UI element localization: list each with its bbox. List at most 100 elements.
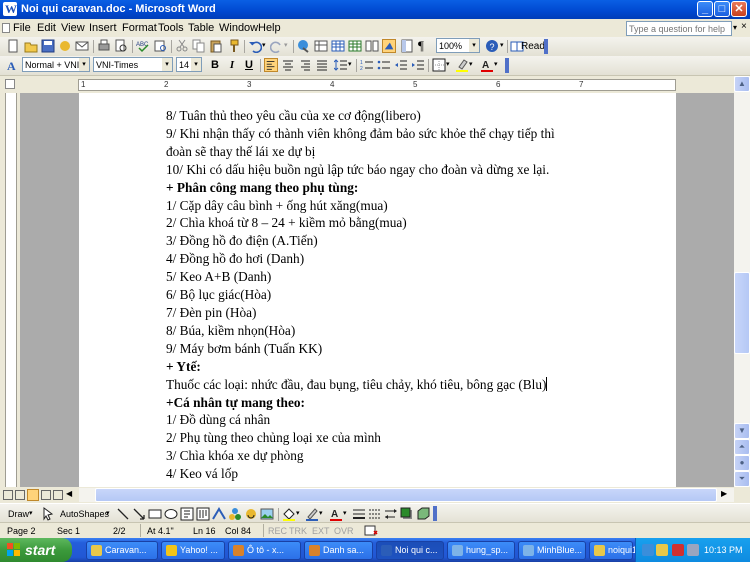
- highlight-icon[interactable]: [455, 58, 469, 72]
- vertical-ruler[interactable]: [0, 93, 20, 487]
- shadow-style-icon[interactable]: [400, 507, 414, 521]
- font-dropdown-icon[interactable]: ▾: [162, 58, 172, 71]
- drawing-icon[interactable]: [382, 39, 396, 53]
- outline-view-icon[interactable]: [41, 490, 51, 500]
- autoshapes-dropdown-icon[interactable]: ▾: [106, 509, 110, 517]
- line-spacing-dropdown-icon[interactable]: ▾: [348, 60, 352, 68]
- formatting-options-icon[interactable]: [505, 58, 509, 73]
- taskbar-button[interactable]: Noi qui c...: [376, 541, 444, 560]
- align-right-icon[interactable]: [298, 58, 312, 72]
- menu-tools[interactable]: Tools: [158, 21, 184, 35]
- document-line[interactable]: 1/ Đồ dùng cá nhân: [166, 411, 666, 429]
- network-tray-icon[interactable]: [642, 544, 654, 556]
- diagram-icon[interactable]: [228, 507, 242, 521]
- document-line[interactable]: 1/ Cặp dây câu bình + ống hút xăng(mua): [166, 197, 666, 215]
- arrow-style-icon[interactable]: [384, 507, 398, 521]
- menu-window[interactable]: Window: [219, 21, 258, 35]
- copy-icon[interactable]: [192, 39, 206, 53]
- menu-insert[interactable]: Insert: [89, 21, 117, 35]
- zoom-select[interactable]: 100% ▾: [436, 38, 480, 53]
- status-trk[interactable]: TRK: [289, 525, 307, 537]
- open-folder-icon[interactable]: [24, 39, 38, 53]
- drawing-options-icon[interactable]: [433, 506, 437, 521]
- help-search-box[interactable]: [626, 21, 732, 36]
- document-line[interactable]: 9/ Khi nhận thấy có thành viên không đảm…: [166, 125, 666, 143]
- document-line[interactable]: 9/ Máy bơm bánh (Tuấn KK): [166, 340, 666, 358]
- insert-excel-icon[interactable]: [348, 39, 362, 53]
- select-objects-icon[interactable]: [41, 507, 55, 521]
- menu-view[interactable]: View: [61, 21, 85, 35]
- document-line[interactable]: Thuốc các loại: nhức đầu, đau bụng, tiêu…: [166, 376, 666, 394]
- draw-dropdown-icon[interactable]: ▾: [29, 509, 33, 517]
- toolbar-options-icon[interactable]: [544, 39, 548, 54]
- menu-help[interactable]: Help: [258, 21, 281, 35]
- text-box-icon[interactable]: [180, 507, 194, 521]
- vertical-scroll-thumb[interactable]: [734, 272, 750, 354]
- tables-borders-icon[interactable]: [314, 39, 328, 53]
- antivirus-tray-icon[interactable]: [672, 544, 684, 556]
- zoom-dropdown-icon[interactable]: ▾: [469, 39, 479, 52]
- hyperlink-icon[interactable]: [297, 39, 311, 53]
- minimize-icon[interactable]: _: [697, 1, 713, 17]
- align-center-icon[interactable]: [281, 58, 295, 72]
- insert-picture-icon[interactable]: [260, 507, 274, 521]
- underline-button[interactable]: U: [242, 58, 256, 72]
- document-line[interactable]: 6/ Bộ lục giác(Hòa): [166, 286, 666, 304]
- draw-font-color-dropdown-icon[interactable]: ▾: [343, 509, 347, 517]
- web-layout-view-icon[interactable]: [15, 490, 25, 500]
- print-layout-view-icon[interactable]: [27, 489, 39, 501]
- oval-icon[interactable]: [164, 507, 178, 521]
- bullets-icon[interactable]: [377, 58, 391, 72]
- horizontal-scroll-thumb[interactable]: [95, 488, 717, 502]
- 3d-style-icon[interactable]: [416, 507, 430, 521]
- scroll-left-icon[interactable]: ◀: [66, 489, 72, 498]
- scroll-right-icon[interactable]: ▶: [721, 489, 727, 498]
- horizontal-ruler[interactable]: 1 2 3 4 5 6 7: [78, 79, 676, 91]
- document-line[interactable]: 7/ Đèn pin (Hòa): [166, 304, 666, 322]
- start-button[interactable]: start: [0, 538, 72, 562]
- increase-indent-icon[interactable]: [411, 58, 425, 72]
- dash-style-icon[interactable]: [368, 507, 382, 521]
- bold-button[interactable]: B: [208, 58, 222, 72]
- document-line[interactable]: đoàn sẽ thay thế lái xe dự bị: [166, 143, 666, 161]
- document-map-icon[interactable]: [400, 39, 414, 53]
- maximize-icon[interactable]: □: [714, 1, 730, 17]
- close-icon[interactable]: ✕: [731, 1, 747, 17]
- taskbar-button[interactable]: MinhBlue...: [518, 541, 586, 560]
- reading-layout-view-icon[interactable]: [53, 490, 63, 500]
- undo-dropdown-icon[interactable]: ▾: [262, 41, 266, 49]
- line-style-icon[interactable]: [352, 507, 366, 521]
- taskbar-button[interactable]: Caravan...: [86, 541, 158, 560]
- spelling-icon[interactable]: ABC: [136, 39, 150, 53]
- help-options-dropdown-icon[interactable]: ▾: [500, 41, 504, 49]
- menu-table[interactable]: Table: [188, 21, 214, 35]
- highlight-dropdown-icon[interactable]: ▾: [469, 60, 473, 68]
- menu-edit[interactable]: Edit: [37, 21, 56, 35]
- line-color-dropdown-icon[interactable]: ▾: [319, 509, 323, 517]
- document-line[interactable]: 4/ Đồng hồ đo hơi (Danh): [166, 250, 666, 268]
- scroll-down-icon[interactable]: ▼: [734, 423, 750, 439]
- vertical-text-box-icon[interactable]: [196, 507, 210, 521]
- help-icon[interactable]: ?: [485, 39, 499, 53]
- style-select[interactable]: Normal + VNI-T ▾: [22, 57, 90, 72]
- cut-icon[interactable]: [175, 39, 189, 53]
- close-document-icon[interactable]: ×: [741, 21, 747, 33]
- fill-color-dropdown-icon[interactable]: ▾: [296, 509, 300, 517]
- print-icon[interactable]: [97, 39, 111, 53]
- insert-table-icon[interactable]: [331, 39, 345, 53]
- line-color-icon[interactable]: [305, 507, 319, 521]
- font-color-icon[interactable]: A: [480, 58, 494, 72]
- font-select[interactable]: VNI-Times ▾: [93, 57, 173, 72]
- format-painter-icon[interactable]: [226, 39, 240, 53]
- research-icon[interactable]: [153, 39, 167, 53]
- italic-button[interactable]: I: [225, 58, 239, 72]
- line-icon[interactable]: [116, 507, 130, 521]
- permission-icon[interactable]: [58, 39, 72, 53]
- document-line[interactable]: 8/ Tuân thủ theo yêu cầu của xe cơ động(…: [166, 107, 666, 125]
- numbering-icon[interactable]: 12: [360, 58, 374, 72]
- select-browse-object-icon[interactable]: ●: [734, 455, 750, 471]
- document-line[interactable]: 4/ Keo vá lốp: [166, 465, 666, 483]
- draw-menu[interactable]: Draw: [8, 508, 29, 520]
- menu-file[interactable]: File: [13, 21, 31, 35]
- draw-font-color-icon[interactable]: A: [329, 507, 343, 521]
